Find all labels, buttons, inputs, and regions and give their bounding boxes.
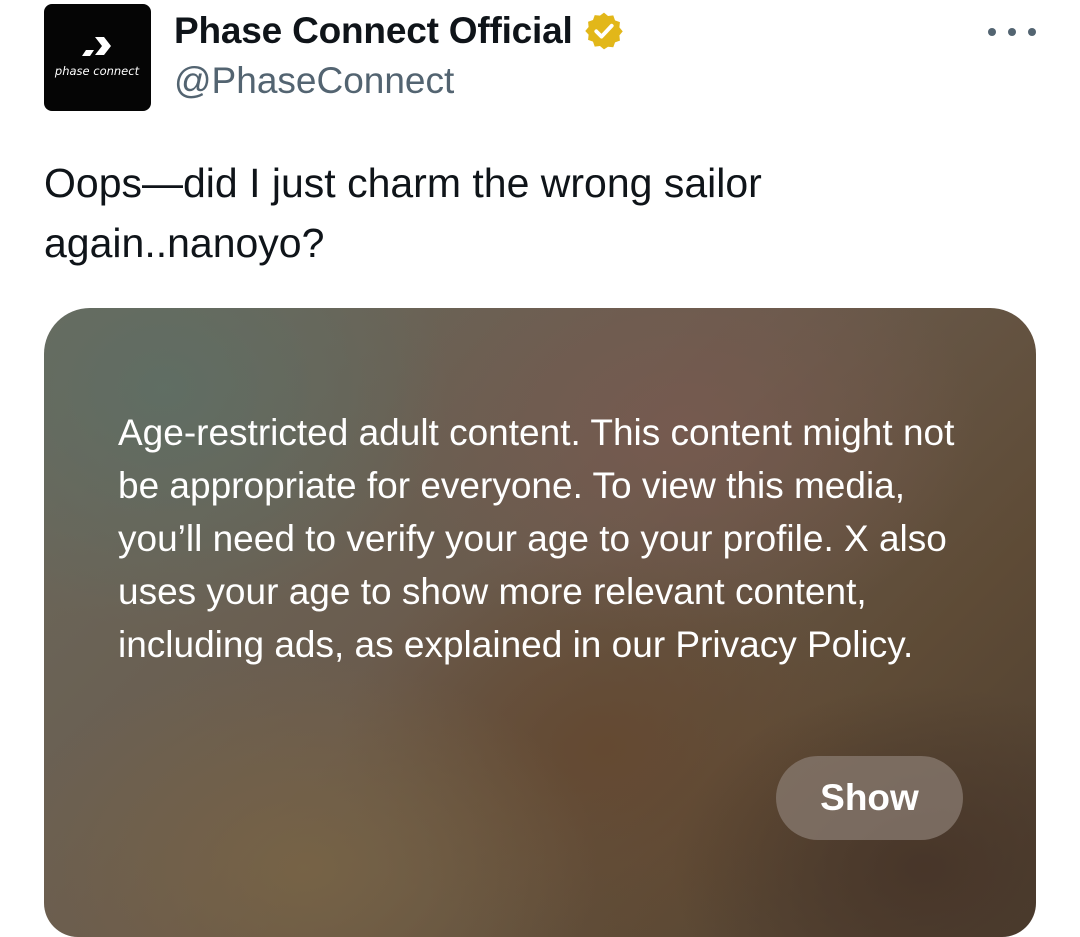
svg-text:phase connect: phase connect [54, 64, 140, 78]
author-name-row: Phase Connect Official [174, 8, 625, 54]
more-options-button[interactable] [988, 18, 1036, 46]
verified-badge-icon[interactable] [583, 10, 625, 52]
age-restriction-warning: Age-restricted adult content. This conte… [118, 412, 955, 665]
sensitive-media-card: Age-restricted adult content. This conte… [44, 308, 1036, 937]
author-display-name[interactable]: Phase Connect Official [174, 10, 573, 52]
phase-connect-logo: phase connect [54, 37, 140, 78]
more-horizontal-icon-dot [1028, 28, 1036, 36]
post-text: Oops—did I just charm the wrong sailor a… [44, 160, 762, 266]
avatar[interactable]: phase connect [44, 4, 151, 111]
show-media-button[interactable]: Show [776, 756, 963, 840]
more-horizontal-icon-dot [1008, 28, 1016, 36]
more-horizontal-icon-dot [988, 28, 996, 36]
author-handle[interactable]: @PhaseConnect [174, 60, 454, 102]
